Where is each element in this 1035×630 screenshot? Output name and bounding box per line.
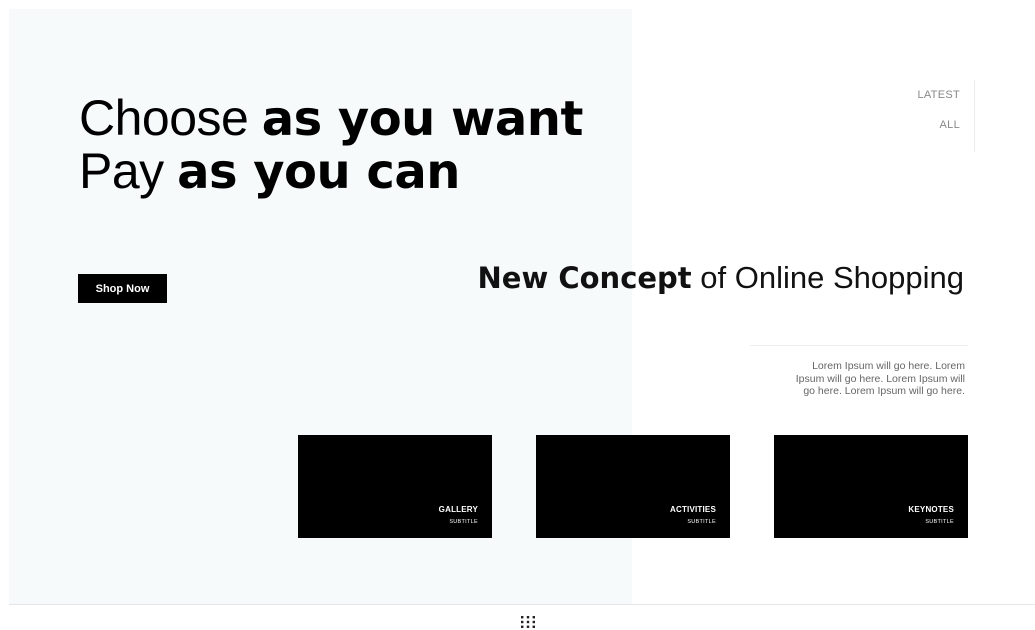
headline-line1-light: Choose	[79, 90, 262, 146]
concept-title-bold: New Concept	[477, 261, 692, 295]
shop-now-button[interactable]: Shop Now	[78, 274, 167, 303]
concept-description: Lorem Ipsum will go here. Lorem Ipsum wi…	[795, 360, 965, 397]
divider	[750, 345, 968, 346]
headline-line1-bold: as you want	[261, 91, 584, 147]
filter-latest[interactable]: LATEST	[894, 89, 974, 101]
headline-line2-bold: as you can	[177, 144, 460, 200]
card-title: KEYNOTES	[908, 505, 954, 514]
card-subtitle: SUBTITLE	[687, 519, 716, 525]
card-subtitle: SUBTITLE	[449, 519, 478, 525]
concept-title-light: of Online Shopping	[691, 260, 964, 295]
filter-nav: LATEST ALL	[894, 80, 975, 152]
card-gallery[interactable]: GALLERY SUBTITLE	[298, 435, 492, 538]
page: Choose as you want Pay as you can Shop N…	[0, 0, 1035, 630]
card-title: ACTIVITIES	[669, 505, 716, 514]
card-activities[interactable]: ACTIVITIES SUBTITLE	[536, 435, 730, 538]
card-title: GALLERY	[438, 505, 478, 514]
concept-title: New Concept of Online Shopping	[478, 260, 964, 296]
card-subtitle: SUBTITLE	[925, 519, 954, 525]
filter-all[interactable]: ALL	[894, 119, 974, 131]
hero-headline: Choose as you want Pay as you can	[79, 92, 583, 198]
headline-line2-light: Pay	[79, 143, 178, 199]
card-keynotes[interactable]: KEYNOTES SUBTITLE	[774, 435, 968, 538]
grid-dots-icon[interactable]	[520, 616, 536, 628]
